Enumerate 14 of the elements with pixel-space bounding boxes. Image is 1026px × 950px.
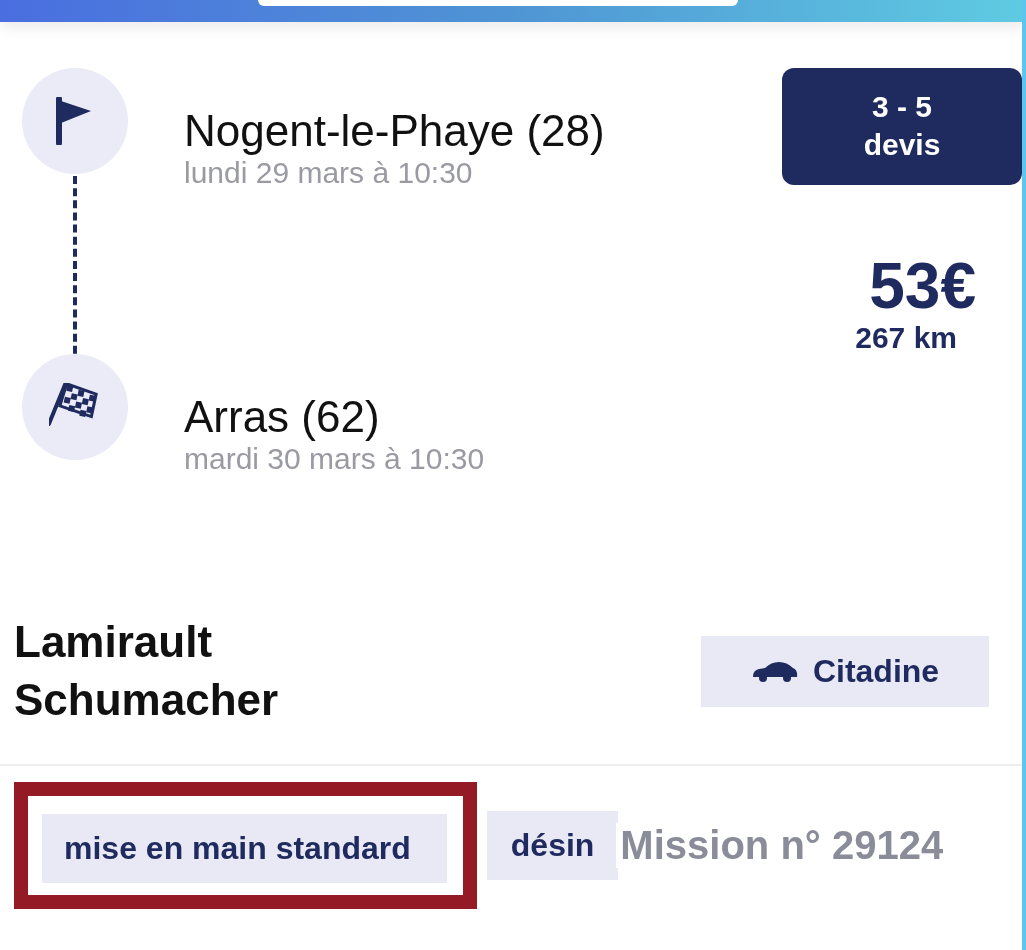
quotes-label: devis (863, 127, 941, 163)
option-tag: désin (486, 811, 619, 880)
quotes-range: 3 - 5 (872, 89, 932, 125)
stop-date: lundi 29 mars à 10:30 (184, 156, 474, 190)
option-tag: mise en main standard (42, 814, 447, 883)
car-icon (750, 659, 799, 683)
price: 53€ (869, 251, 976, 321)
city-name: Arras (62) (184, 392, 381, 442)
stop-date: mardi 30 mars à 10:30 (184, 442, 485, 476)
vehicle-category: Citadine (812, 652, 940, 690)
city-name: Nogent-le-Phaye (28) (184, 106, 605, 156)
distance: 267 km (855, 321, 957, 355)
client-name: Lamirault Schumacher (14, 616, 279, 726)
mission-number: Mission n° 29124 (616, 823, 944, 868)
